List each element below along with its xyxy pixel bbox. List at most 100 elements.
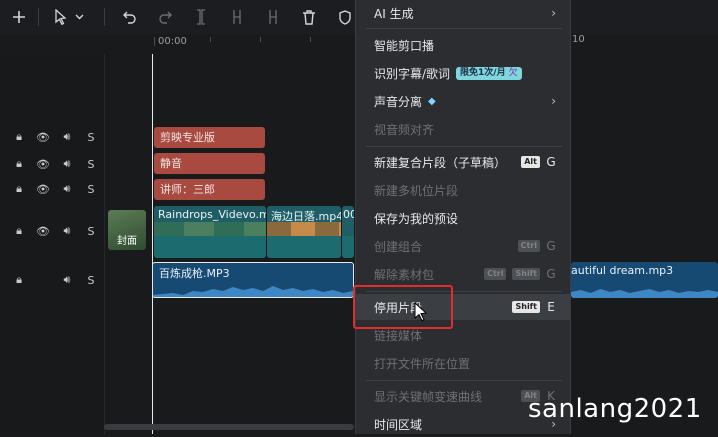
solo-button[interactable]: S <box>84 274 98 287</box>
menu-item-label: 打开文件所在位置 <box>374 356 471 371</box>
horizontal-scrollbar[interactable] <box>104 424 354 430</box>
menu-item-label: 时间区域 <box>374 417 423 432</box>
lock-icon[interactable]: 🔒︎ <box>12 157 26 171</box>
diamond-icon: ◆ <box>428 95 436 107</box>
solo-button[interactable]: S <box>84 131 98 144</box>
chevron-right-icon: › <box>551 94 556 108</box>
solo-button[interactable]: S <box>84 183 98 196</box>
modifier-key: Ctrl <box>517 240 540 252</box>
speaker-icon[interactable]: 🔊︎ <box>60 182 74 196</box>
toolbar-divider <box>38 8 39 26</box>
menu-item-voice-separation[interactable]: 声音分离 ◆ › <box>356 88 570 114</box>
menu-item-av-align[interactable]: 视音频对齐 <box>356 116 570 142</box>
ruler-tick <box>154 37 155 46</box>
badge-tail: 欠 <box>508 67 518 78</box>
modifier-key: Ctrl <box>484 268 507 280</box>
menu-item-ai-generate[interactable]: AI 生成 › <box>356 0 570 26</box>
shortcut: Ctrl G <box>517 239 556 253</box>
solo-button[interactable]: S <box>84 225 98 238</box>
menu-item-new-multicam[interactable]: 新建多机位片段 <box>356 177 570 203</box>
menu-separator <box>366 28 562 29</box>
undo-icon[interactable] <box>118 6 140 28</box>
shortcut: Ctrl Shift G <box>484 267 556 281</box>
menu-item-label: 声音分离 <box>374 94 423 109</box>
shield-icon[interactable] <box>334 6 356 28</box>
menu-item-label: 解除素材包 <box>374 267 435 282</box>
playhead[interactable] <box>152 54 153 434</box>
limited-free-badge: 限免1次/月 欠 <box>456 66 522 80</box>
eye-icon[interactable]: 👁︎ <box>36 131 50 144</box>
speaker-icon[interactable]: 🔊︎ <box>60 224 74 238</box>
delete-icon[interactable] <box>298 6 320 28</box>
watermark-text: sanlang2021 <box>528 394 702 424</box>
video-clip[interactable]: 00 <box>342 206 354 258</box>
audio-clip[interactable]: autiful dream.mp3 <box>571 262 718 298</box>
shortcut: Alt G <box>521 155 556 169</box>
video-clip[interactable]: Raindrops_Videvo.mp4 <box>154 206 266 258</box>
eye-icon[interactable]: 👁︎ <box>36 183 50 196</box>
modifier-key: Alt <box>521 156 540 168</box>
menu-item-recognize-subtitles[interactable]: 识别字幕/歌词 限免1次/月 欠 <box>356 60 570 86</box>
add-icon[interactable] <box>8 6 30 28</box>
clip-frames <box>154 222 266 236</box>
select-cursor-icon[interactable] <box>50 6 72 28</box>
menu-item-label: 识别字幕/歌词 <box>374 66 451 81</box>
solo-button[interactable]: S <box>84 158 98 171</box>
split-icon[interactable] <box>190 6 212 28</box>
menu-item-label: 显示关键帧变速曲线 <box>374 389 483 404</box>
modifier-key: Shift <box>512 268 540 280</box>
highlight-box <box>353 285 453 329</box>
ruler-tick <box>260 37 261 42</box>
speaker-icon[interactable]: 🔊︎ <box>60 130 74 144</box>
track-controls-text-3: 🔒︎ 👁︎ 🔊︎ S <box>12 182 98 196</box>
eye-icon[interactable]: 👁︎ <box>36 225 50 238</box>
cover-thumbnail[interactable]: 封面 <box>108 210 146 250</box>
video-clip-name: 海边日落.mp4 <box>271 210 341 223</box>
video-clip-name: Raindrops_Videvo.mp4 <box>158 208 266 221</box>
audio-waveform <box>571 289 718 298</box>
eye-icon[interactable]: 👁︎ <box>36 158 50 171</box>
menu-item-save-preset[interactable]: 保存为我的预设 <box>356 205 570 231</box>
menu-separator <box>366 146 562 147</box>
menu-item-ungroup-package[interactable]: 解除素材包 Ctrl Shift G <box>356 261 570 287</box>
speaker-icon[interactable]: 🔊︎ <box>60 273 74 287</box>
menu-item-new-compound-clip[interactable]: 新建复合片段（子草稿） Alt G <box>356 149 570 175</box>
ruler-tick <box>210 37 211 42</box>
shortcut-key: E <box>547 300 555 314</box>
menu-item-label: 创建组合 <box>374 239 423 254</box>
menu-item-open-file-location[interactable]: 打开文件所在位置 <box>356 350 570 376</box>
text-clip[interactable]: 静音 <box>154 153 265 174</box>
audio-clip-selected[interactable]: 百炼成枪.MP3 <box>152 262 354 298</box>
split-left-icon[interactable] <box>226 6 248 28</box>
split-right-icon[interactable] <box>262 6 284 28</box>
video-clip[interactable]: 海边日落.mp4 <box>267 206 341 258</box>
speaker-icon[interactable]: 🔊︎ <box>60 157 74 171</box>
lock-icon[interactable]: 🔒︎ <box>12 224 26 238</box>
shortcut-key: G <box>546 155 556 169</box>
track-divider <box>104 54 105 434</box>
menu-separator <box>366 380 562 381</box>
text-clip[interactable]: 讲师：三郎 <box>154 179 265 200</box>
track-header-column <box>0 54 104 434</box>
lock-icon[interactable]: 🔒︎ <box>12 130 26 144</box>
menu-item-label: 视音频对齐 <box>374 122 435 137</box>
modifier-key: Shift <box>512 301 540 313</box>
context-menu: AI 生成 › 智能剪口播 识别字幕/歌词 限免1次/月 欠 声音分离 ◆ › … <box>355 0 571 434</box>
clip-waveform <box>267 236 341 258</box>
mouse-cursor-icon <box>414 301 428 326</box>
menu-item-smart-cut[interactable]: 智能剪口播 <box>356 32 570 58</box>
lock-icon[interactable]: 🔒︎ <box>12 182 26 196</box>
clip-waveform <box>342 236 354 258</box>
menu-item-label: AI 生成 <box>374 6 414 21</box>
lock-icon[interactable]: 🔒︎ <box>12 273 26 287</box>
menu-item-label: 新建复合片段（子草稿） <box>374 155 507 170</box>
ruler-start-label: 00:00 <box>158 36 187 47</box>
chevron-down-icon[interactable] <box>72 6 86 28</box>
menu-item-label: 新建多机位片段 <box>374 183 459 198</box>
redo-icon[interactable] <box>154 6 176 28</box>
text-clip[interactable]: 剪映专业版 <box>154 127 265 148</box>
menu-item-create-group[interactable]: 创建组合 Ctrl G <box>356 233 570 259</box>
audio-clip-name: autiful dream.mp3 <box>571 264 674 277</box>
menu-item-label: 链接媒体 <box>374 328 423 343</box>
clip-waveform <box>154 236 266 258</box>
